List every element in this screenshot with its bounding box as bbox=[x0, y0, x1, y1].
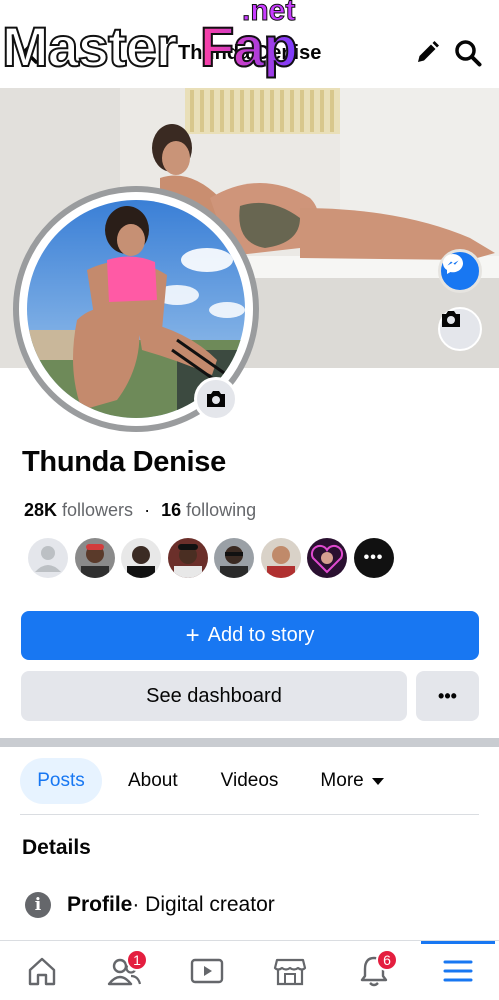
caret-down-icon bbox=[371, 777, 384, 785]
camera-icon bbox=[442, 311, 460, 327]
follower-avatar[interactable] bbox=[28, 538, 68, 578]
follower-avatar[interactable] bbox=[260, 538, 301, 578]
nav-marketplace[interactable] bbox=[260, 941, 320, 1000]
nav-video[interactable] bbox=[177, 941, 237, 1000]
followers-count[interactable]: 28K bbox=[24, 500, 57, 521]
more-followers-button[interactable]: ••• bbox=[353, 538, 394, 578]
follower-avatar[interactable] bbox=[74, 538, 115, 578]
profile-tabs: Posts About Videos More bbox=[20, 758, 384, 804]
detail-label: Profile bbox=[67, 893, 133, 916]
tab-more-label: More bbox=[320, 770, 364, 791]
follower-avatar[interactable] bbox=[121, 538, 161, 578]
menu-icon bbox=[443, 960, 473, 982]
section-divider bbox=[0, 738, 499, 747]
notifications-badge: 6 bbox=[376, 949, 398, 971]
separator-dot: · bbox=[144, 500, 151, 520]
tab-posts-label: Posts bbox=[37, 770, 85, 791]
details-heading: Details bbox=[22, 836, 91, 859]
followers-label[interactable]: followers bbox=[62, 500, 133, 521]
nav-notifications[interactable]: 6 bbox=[344, 941, 404, 1000]
video-icon bbox=[190, 958, 224, 984]
tab-about[interactable]: About bbox=[128, 758, 178, 804]
following-label[interactable]: following bbox=[186, 500, 256, 521]
tab-posts[interactable]: Posts bbox=[20, 758, 102, 804]
more-options-button[interactable]: ••• bbox=[416, 671, 479, 721]
home-icon bbox=[28, 957, 56, 986]
profile-picture-camera-button[interactable] bbox=[194, 377, 238, 421]
pencil-edit-icon[interactable] bbox=[414, 40, 440, 66]
nav-home[interactable] bbox=[12, 941, 72, 1000]
detail-row-profile: i Profile · Digital creator bbox=[25, 892, 275, 918]
info-icon: i bbox=[25, 892, 51, 918]
nav-menu[interactable] bbox=[428, 941, 488, 1000]
top-bar: Thunda Denise Master Fap .net bbox=[0, 0, 499, 88]
messenger-icon bbox=[443, 254, 463, 274]
camera-icon bbox=[207, 391, 225, 407]
tab-more[interactable]: More bbox=[320, 758, 384, 804]
follower-avatar[interactable] bbox=[167, 538, 208, 578]
add-to-story-button[interactable]: + Add to story bbox=[21, 611, 479, 660]
nav-friends[interactable]: 1 bbox=[94, 941, 154, 1000]
tab-about-label: About bbox=[128, 770, 178, 791]
follower-avatar[interactable] bbox=[214, 538, 254, 578]
bottom-navigation: 1 6 bbox=[0, 940, 499, 1000]
tabs-divider bbox=[20, 814, 479, 815]
following-count[interactable]: 16 bbox=[161, 500, 181, 521]
cover-camera-button[interactable] bbox=[438, 307, 482, 351]
profile-name: Thunda Denise bbox=[22, 446, 226, 478]
friends-badge: 1 bbox=[126, 949, 148, 971]
messenger-button[interactable] bbox=[438, 249, 482, 293]
add-to-story-label: Add to story bbox=[207, 624, 315, 646]
detail-value: · Digital creator bbox=[132, 893, 275, 916]
back-chevron-icon[interactable] bbox=[20, 36, 42, 66]
follower-avatar[interactable] bbox=[307, 538, 347, 578]
default-avatar-icon bbox=[35, 546, 61, 572]
tab-videos-label: Videos bbox=[220, 770, 279, 791]
tab-videos[interactable]: Videos bbox=[221, 758, 279, 804]
marketplace-icon bbox=[273, 958, 307, 986]
see-dashboard-button[interactable]: See dashboard bbox=[21, 671, 407, 721]
header-title: Thunda Denise bbox=[178, 42, 322, 64]
more-dots-icon: ••• bbox=[363, 549, 384, 566]
follower-avatars-row: ••• bbox=[28, 538, 400, 578]
plus-icon: + bbox=[185, 621, 200, 649]
search-icon[interactable] bbox=[454, 39, 482, 67]
see-dashboard-label: See dashboard bbox=[146, 684, 282, 707]
follow-stats: 28K followers · 16 following bbox=[24, 500, 256, 521]
watermark-text-net: .net bbox=[241, 0, 296, 28]
ellipsis-icon: ••• bbox=[438, 685, 457, 706]
